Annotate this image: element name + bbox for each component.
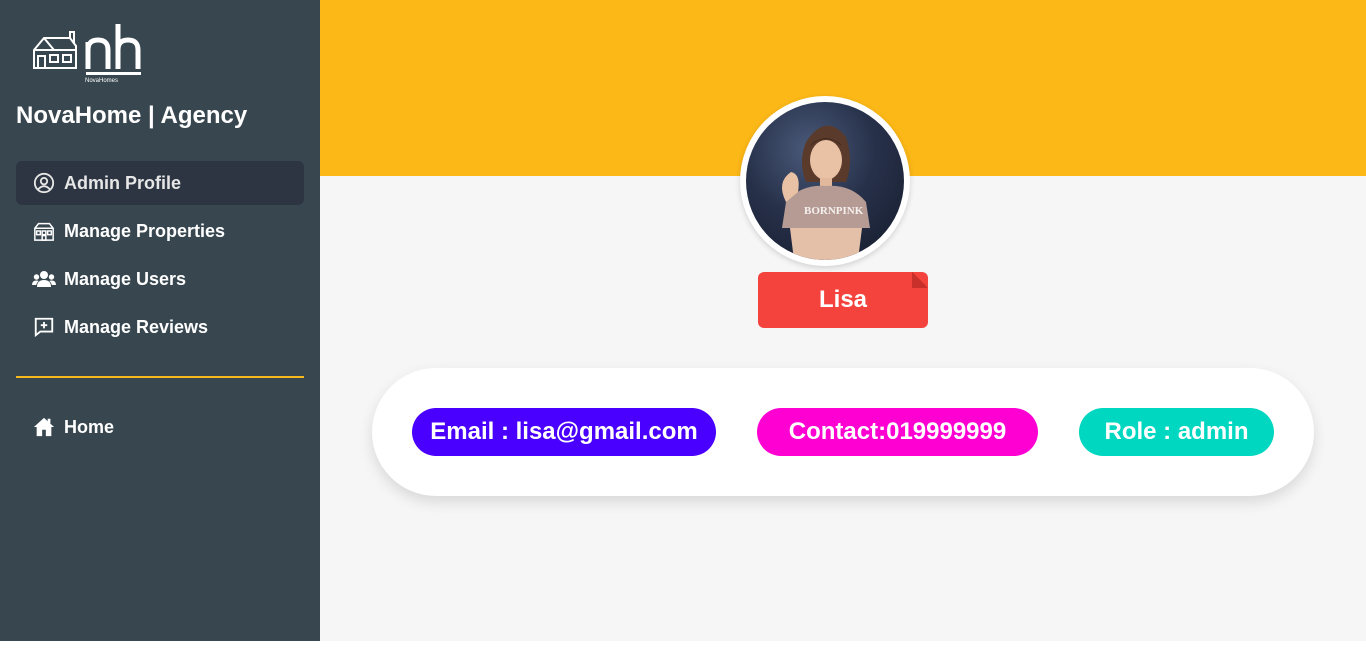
avatar: BORNPINK bbox=[740, 96, 910, 266]
sidebar-item-home[interactable]: Home bbox=[16, 405, 304, 449]
contact-badge: Contact:019999999 bbox=[757, 408, 1038, 456]
home-icon bbox=[32, 415, 56, 439]
sidebar-item-label: Home bbox=[64, 416, 115, 437]
logo-subtext: NovaHomes bbox=[85, 78, 118, 84]
sidebar-item-manage-reviews[interactable]: Manage Reviews bbox=[16, 305, 304, 349]
bottom-strip bbox=[0, 641, 1366, 649]
folded-corner-icon bbox=[912, 272, 928, 288]
house-icon bbox=[33, 31, 77, 69]
profile-info-card: Email : lisa@gmail.com Contact:019999999… bbox=[372, 368, 1314, 496]
avatar-photo: BORNPINK bbox=[746, 102, 904, 260]
profile-name-tag: Lisa bbox=[758, 272, 928, 328]
sidebar-secondary-nav: Home bbox=[16, 405, 304, 453]
brand-title: NovaHome | Agency bbox=[16, 102, 248, 129]
profile-main: BORNPINK Lisa Email : lisa@gmail.com Con… bbox=[320, 0, 1366, 641]
buildings-icon bbox=[32, 219, 56, 243]
email-badge: Email : lisa@gmail.com bbox=[412, 408, 716, 456]
sidebar-item-label: Manage Properties bbox=[64, 220, 226, 241]
sidebar-item-admin-profile[interactable]: Admin Profile bbox=[16, 161, 304, 205]
review-plus-icon bbox=[32, 315, 56, 339]
users-icon bbox=[32, 267, 56, 291]
sidebar-item-label: Manage Reviews bbox=[64, 316, 209, 337]
role-badge: Role : admin bbox=[1079, 408, 1274, 456]
profile-name: Lisa bbox=[818, 286, 868, 313]
sidebar-item-manage-users[interactable]: Manage Users bbox=[16, 257, 304, 301]
sidebar: NovaHomes NovaHome | Agency Admin Profil… bbox=[0, 0, 320, 641]
novahomes-logo[interactable]: NovaHomes bbox=[30, 20, 150, 86]
sidebar-nav: Admin Profile Manage Properties Manage U… bbox=[16, 161, 304, 353]
sidebar-item-manage-properties[interactable]: Manage Properties bbox=[16, 209, 304, 253]
svg-text:BORNPINK: BORNPINK bbox=[804, 205, 864, 217]
sidebar-divider bbox=[16, 376, 304, 378]
sidebar-item-label: Manage Users bbox=[64, 268, 187, 289]
sidebar-item-label: Admin Profile bbox=[64, 172, 182, 193]
user-circle-icon bbox=[32, 171, 56, 195]
